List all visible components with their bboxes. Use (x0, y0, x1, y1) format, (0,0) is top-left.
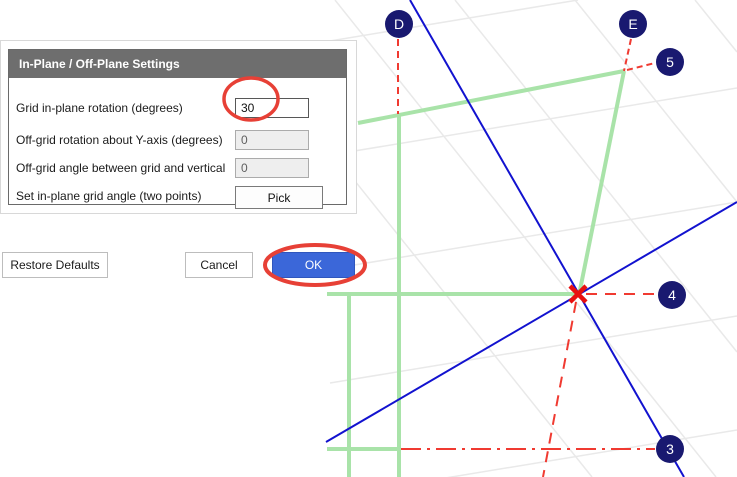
settings-panel: In-Plane / Off-Plane Settings Grid in-pl… (0, 40, 357, 214)
background-grid-line (329, 315, 737, 384)
grid-bubble-label: E (628, 16, 637, 32)
background-grid-line (329, 201, 737, 270)
grid-bubble-label: 4 (668, 287, 676, 303)
background-grid-line (329, 0, 579, 42)
field-row-offgrid-y-rotation: Off-grid rotation about Y-axis (degrees) (9, 130, 346, 151)
offgrid-vertical-angle-input (235, 158, 309, 178)
grid-bubble-3[interactable]: 3 (656, 435, 684, 463)
grid-bubble-e[interactable]: E (619, 10, 647, 38)
cancel-button[interactable]: Cancel (185, 252, 253, 278)
offgrid-y-rotation-input (235, 130, 309, 150)
background-grid-line (334, 0, 717, 477)
group-title: In-Plane / Off-Plane Settings (9, 50, 346, 78)
inplane-settings-group: In-Plane / Off-Plane Settings Grid in-pl… (8, 49, 347, 209)
field-row-pick-angle: Set in-plane grid angle (two points) Pic… (9, 186, 346, 209)
grid-bubble-d[interactable]: D (385, 10, 413, 38)
rotated-axis-line-shallow (325, 201, 737, 443)
background-grid-line (454, 0, 737, 353)
pick-button[interactable]: Pick (235, 186, 323, 209)
leader-line-5 (626, 62, 656, 71)
app-window: D E 5 4 3 In-Plane / Off-Plane Settings (0, 0, 737, 477)
grid-bubble-5[interactable]: 5 (656, 48, 684, 76)
grid-inplane-rotation-input[interactable] (235, 98, 309, 118)
grid-plane-line-right (577, 70, 626, 296)
field-label: Off-grid angle between grid and vertical (16, 161, 226, 175)
field-label: Set in-plane grid angle (two points) (16, 189, 202, 203)
grid-bubble-label: 3 (666, 441, 674, 457)
background-grid-line (574, 0, 737, 203)
field-label: Off-grid rotation about Y-axis (degrees) (16, 133, 223, 147)
restore-defaults-button[interactable]: Restore Defaults (2, 252, 108, 278)
ok-button[interactable]: OK (272, 252, 355, 278)
grid-bubble-label: 5 (666, 54, 674, 70)
rotated-axis-line-steep (409, 0, 685, 477)
field-row-offgrid-vertical-angle: Off-grid angle between grid and vertical (9, 158, 346, 179)
field-label: Grid in-plane rotation (degrees) (16, 101, 183, 115)
grid-bubble-label: D (394, 16, 404, 32)
grid-bubble-4[interactable]: 4 (658, 281, 686, 309)
background-grid-line (694, 0, 737, 53)
field-row-grid-rotation: Grid in-plane rotation (degrees) (9, 98, 346, 119)
